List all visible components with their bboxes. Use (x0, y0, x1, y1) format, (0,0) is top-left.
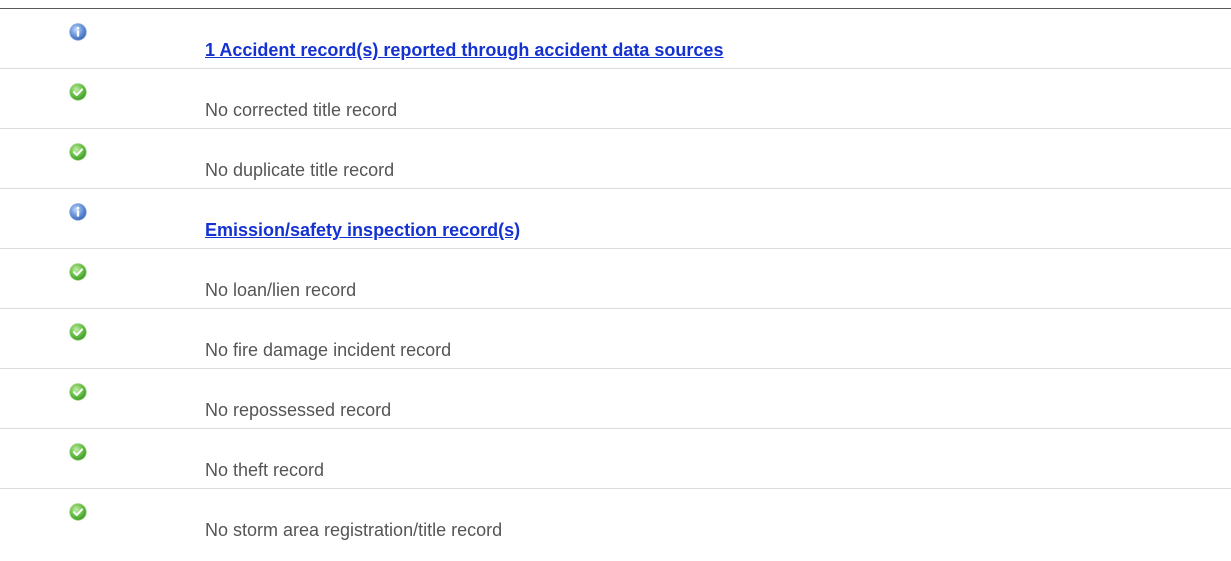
info-icon (69, 203, 87, 221)
record-text-loan-lien: No loan/lien record (205, 280, 357, 300)
record-row-corrected-title: No corrected title record (0, 69, 1231, 129)
info-icon (69, 23, 87, 41)
emission-inspection-link[interactable]: Emission/safety inspection record(s) (205, 220, 520, 240)
check-icon (69, 143, 87, 161)
record-text-repossessed: No repossessed record (205, 400, 392, 420)
check-icon (69, 443, 87, 461)
record-text-duplicate-title: No duplicate title record (205, 160, 395, 180)
record-row-repossessed: No repossessed record (0, 369, 1231, 429)
record-row-storm-area: No storm area registration/title record (0, 489, 1231, 548)
record-list: 1 Accident record(s) reported through ac… (0, 9, 1231, 548)
record-row-accident: 1 Accident record(s) reported through ac… (0, 9, 1231, 69)
check-icon (69, 383, 87, 401)
check-icon (69, 263, 87, 281)
record-text-theft: No theft record (205, 460, 325, 480)
record-row-loan-lien: No loan/lien record (0, 249, 1231, 309)
record-row-emission-inspection: Emission/safety inspection record(s) (0, 189, 1231, 249)
record-row-theft: No theft record (0, 429, 1231, 489)
record-row-fire-damage: No fire damage incident record (0, 309, 1231, 369)
record-text-storm-area: No storm area registration/title record (205, 520, 503, 540)
record-row-duplicate-title: No duplicate title record (0, 129, 1231, 189)
record-text-corrected-title: No corrected title record (205, 100, 398, 120)
check-icon (69, 503, 87, 521)
record-text-fire-damage: No fire damage incident record (205, 340, 452, 360)
check-icon (69, 323, 87, 341)
check-icon (69, 83, 87, 101)
accident-records-link[interactable]: 1 Accident record(s) reported through ac… (205, 40, 723, 60)
